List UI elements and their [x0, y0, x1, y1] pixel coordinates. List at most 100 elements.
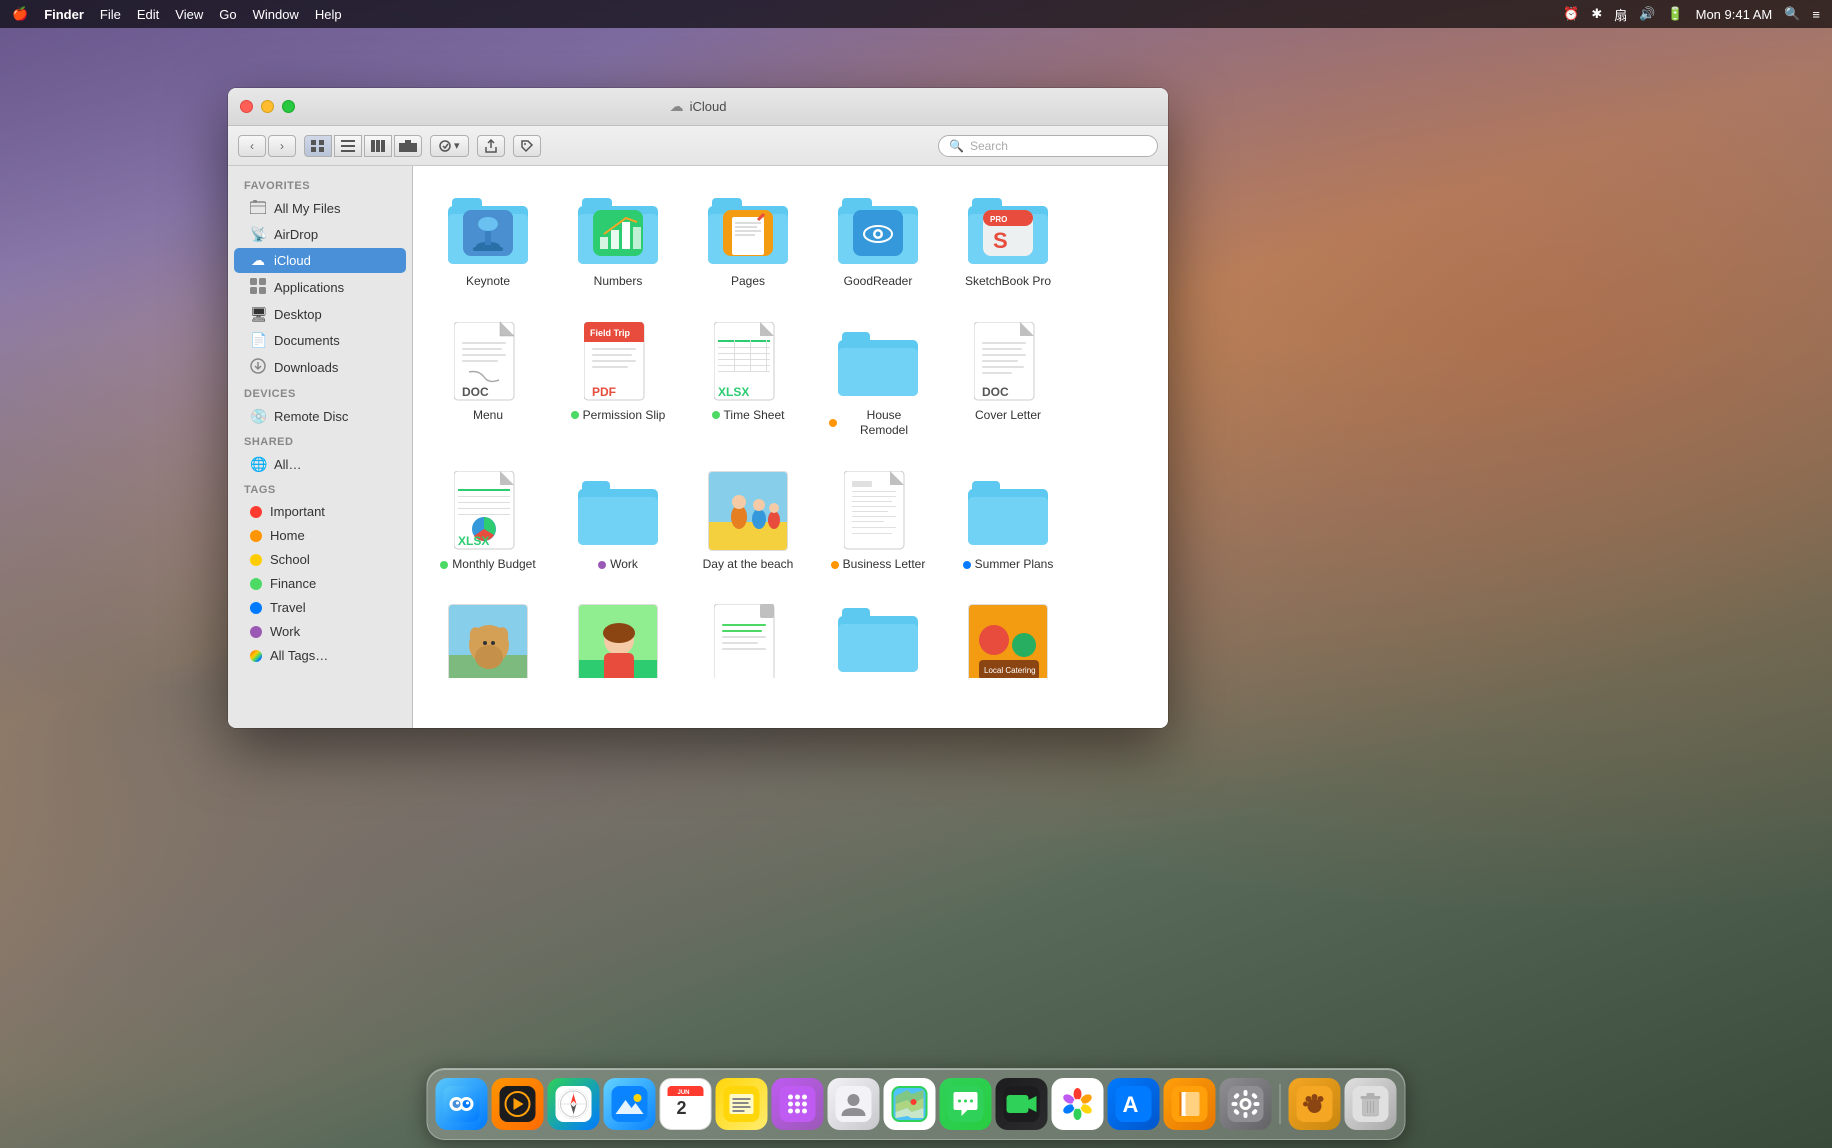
file-item-dog-photo[interactable]: [433, 598, 543, 678]
icon-view-button[interactable]: [304, 135, 332, 157]
sidebar-item-airdrop[interactable]: 📡 AirDrop: [234, 222, 406, 247]
file-item-goodreader[interactable]: GoodReader: [823, 182, 933, 296]
dock-item-finder2[interactable]: [1289, 1078, 1341, 1130]
menubar-edit[interactable]: Edit: [137, 7, 159, 22]
dock-item-books[interactable]: [1164, 1078, 1216, 1130]
dock-item-finder[interactable]: [436, 1078, 488, 1130]
dock-item-systemprefs[interactable]: [1220, 1078, 1272, 1130]
dock-item-photos[interactable]: [1052, 1078, 1104, 1130]
menubar-help[interactable]: Help: [315, 7, 342, 22]
sidebar-item-icloud[interactable]: ☁ iCloud: [234, 248, 406, 273]
remote-disc-label: Remote Disc: [274, 409, 348, 424]
battery-icon: 🔋: [1667, 6, 1683, 22]
close-button[interactable]: [240, 100, 253, 113]
icloud-sidebar-icon: ☁: [250, 252, 266, 269]
wifi-icon: 扇: [1614, 5, 1627, 24]
list-view-button[interactable]: [334, 135, 362, 157]
menubar-view[interactable]: View: [175, 7, 203, 22]
summer-plans-label: Summer Plans: [963, 557, 1054, 573]
sidebar-item-school[interactable]: School: [234, 548, 406, 571]
nav-buttons: ‹ ›: [238, 135, 296, 157]
search-placeholder: Search: [970, 139, 1008, 153]
file-item-numbers[interactable]: Numbers: [563, 182, 673, 296]
tag-button[interactable]: [513, 135, 541, 157]
file-item-doc-partial[interactable]: [693, 598, 803, 678]
sidebar-item-downloads[interactable]: Downloads: [234, 354, 406, 381]
notification-icon[interactable]: ≡: [1812, 7, 1820, 22]
file-item-summer-plans[interactable]: Summer Plans: [953, 465, 1063, 579]
file-item-menu[interactable]: DOC Menu: [433, 316, 543, 445]
search-icon[interactable]: 🔍: [1784, 6, 1800, 22]
menubar-left: 🍎 Finder File Edit View Go Window Help: [12, 6, 1547, 22]
file-item-permission-slip[interactable]: Field Trip PDF: [563, 316, 673, 445]
menubar-file[interactable]: File: [100, 7, 121, 22]
sidebar-item-important[interactable]: Important: [234, 500, 406, 523]
sidebar-item-work[interactable]: Work: [234, 620, 406, 643]
work-tag-dot: [250, 626, 262, 638]
dock-item-safari[interactable]: [548, 1078, 600, 1130]
column-view-button[interactable]: [364, 135, 392, 157]
beach-label: Day at the beach: [703, 557, 794, 573]
file-item-business-letter[interactable]: Business Letter: [823, 465, 933, 579]
menubar-go[interactable]: Go: [219, 7, 236, 22]
file-item-work-folder[interactable]: Work: [563, 465, 673, 579]
svg-text:JUN: JUN: [678, 1090, 690, 1096]
sidebar-item-finance[interactable]: Finance: [234, 572, 406, 595]
sidebar-item-travel[interactable]: Travel: [234, 596, 406, 619]
minimize-button[interactable]: [261, 100, 274, 113]
file-item-pages[interactable]: Pages: [693, 182, 803, 296]
sidebar-item-all-tags[interactable]: All Tags…: [234, 644, 406, 667]
dock-item-trash[interactable]: [1345, 1078, 1397, 1130]
sidebar-item-all-shared[interactable]: 🌐 All…: [234, 452, 406, 477]
dock-item-maps[interactable]: [884, 1078, 936, 1130]
apple-menu[interactable]: 🍎: [12, 6, 28, 22]
finance-label: Finance: [270, 576, 316, 591]
file-item-house-remodel[interactable]: House Remodel: [823, 316, 933, 445]
file-item-empty-folder[interactable]: [823, 598, 933, 678]
file-item-keynote[interactable]: Keynote: [433, 182, 543, 296]
svg-text:XLSX: XLSX: [458, 534, 489, 548]
svg-text:Weekly: Weekly: [719, 333, 742, 340]
forward-button[interactable]: ›: [268, 135, 296, 157]
dock-item-facetime[interactable]: [996, 1078, 1048, 1130]
sidebar-item-all-my-files[interactable]: All My Files: [234, 196, 406, 221]
sidebar: Favorites All My Files 📡 AirDrop ☁ iClou…: [228, 166, 413, 728]
dock-item-messages[interactable]: [940, 1078, 992, 1130]
dock-item-contacts[interactable]: [828, 1078, 880, 1130]
goodreader-icon: [838, 188, 918, 268]
dock-item-launchpad2[interactable]: [772, 1078, 824, 1130]
share-button[interactable]: [477, 135, 505, 157]
documents-icon: 📄: [250, 332, 266, 349]
sidebar-item-applications[interactable]: Applications: [234, 274, 406, 301]
sidebar-item-home[interactable]: Home: [234, 524, 406, 547]
file-item-girl-photo[interactable]: [563, 598, 673, 678]
dock-item-calendar[interactable]: JUN 2: [660, 1078, 712, 1130]
cover-flow-button[interactable]: [394, 135, 422, 157]
file-item-monthly-budget[interactable]: XLSX Monthly Budget: [433, 465, 543, 579]
menubar-window[interactable]: Window: [253, 7, 299, 22]
sidebar-item-desktop[interactable]: 🖥 Desktop: [234, 302, 406, 327]
downloads-label: Downloads: [274, 360, 338, 375]
dock-item-appstore[interactable]: A: [1108, 1078, 1160, 1130]
work-folder-icon: [578, 471, 658, 551]
menubar-app-name[interactable]: Finder: [44, 7, 84, 22]
search-bar[interactable]: 🔍 Search: [938, 135, 1158, 157]
file-item-sketchbook[interactable]: PRO S SketchBook Pro: [953, 182, 1063, 296]
sidebar-item-remote-disc[interactable]: 💿 Remote Disc: [234, 404, 406, 429]
all-shared-label: All…: [274, 457, 301, 472]
school-tag-dot: [250, 554, 262, 566]
maximize-button[interactable]: [282, 100, 295, 113]
file-item-local-catering[interactable]: Local Catering: [953, 598, 1063, 678]
file-item-cover-letter[interactable]: DOC Cover Letter: [953, 316, 1063, 445]
file-item-beach[interactable]: Day at the beach: [693, 465, 803, 579]
monthly-budget-icon: XLSX: [448, 471, 528, 551]
dock-item-photos-edit[interactable]: [604, 1078, 656, 1130]
arrange-button[interactable]: ▾: [430, 135, 469, 157]
svg-text:DOC: DOC: [982, 385, 1009, 399]
back-button[interactable]: ‹: [238, 135, 266, 157]
dock-item-launchpad[interactable]: [492, 1078, 544, 1130]
file-item-time-sheet[interactable]: Weekly XLSX Time Sheet: [693, 316, 803, 445]
sidebar-item-documents[interactable]: 📄 Documents: [234, 328, 406, 353]
traffic-lights: [240, 100, 295, 113]
dock-item-notes[interactable]: [716, 1078, 768, 1130]
